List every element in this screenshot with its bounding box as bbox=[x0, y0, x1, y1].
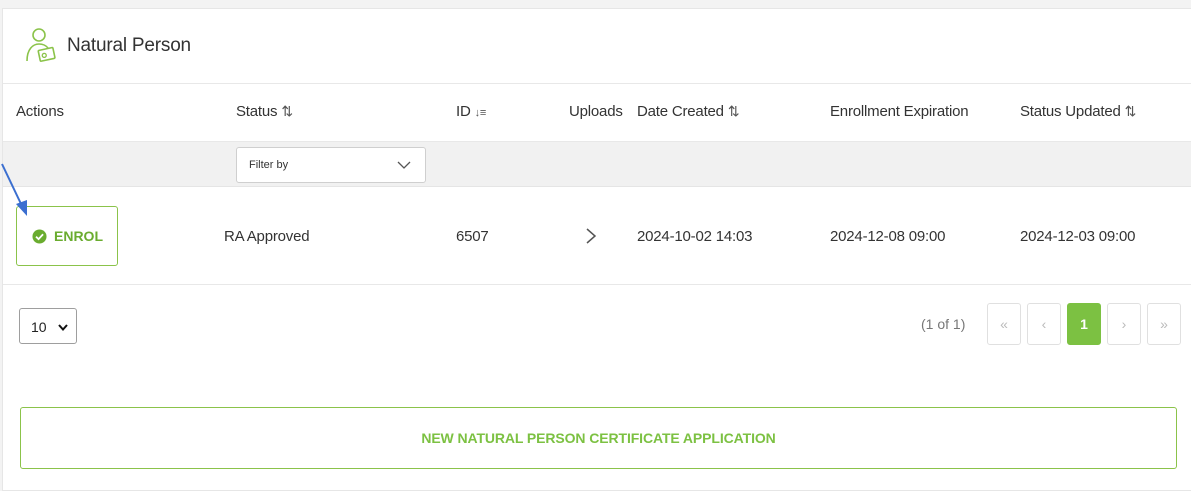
column-status-updated-label: Status Updated bbox=[1020, 103, 1121, 120]
column-actions-label: Actions bbox=[16, 103, 64, 120]
panel-header: Natural Person bbox=[3, 9, 1191, 84]
last-page-button[interactable]: » bbox=[1147, 303, 1181, 345]
status-updated-cell: 2024-12-03 09:00 bbox=[1020, 228, 1136, 245]
page-button-1[interactable]: 1 bbox=[1067, 303, 1101, 345]
sort-icon[interactable]: ⇅ bbox=[728, 103, 740, 119]
sort-icon[interactable]: ⇅ bbox=[1125, 103, 1137, 119]
sort-descending-icon[interactable]: ↓≡ bbox=[475, 107, 487, 119]
sort-icon[interactable]: ⇅ bbox=[281, 103, 293, 119]
status-filter-select[interactable]: Filter by bbox=[236, 147, 426, 183]
check-circle-icon bbox=[32, 229, 47, 244]
date-created-cell: 2024-10-02 14:03 bbox=[637, 228, 753, 245]
new-application-button[interactable]: NEW NATURAL PERSON CERTIFICATE APPLICATI… bbox=[20, 407, 1177, 469]
chevron-down-icon bbox=[58, 324, 68, 332]
page-info: (1 of 1) bbox=[921, 316, 966, 332]
natural-person-panel: Natural Person Actions Status ⇅ ID ↓≡ Uplo… bbox=[2, 8, 1191, 491]
person-id-icon bbox=[26, 28, 56, 62]
column-actions: Actions bbox=[16, 103, 64, 120]
first-page-button[interactable]: « bbox=[987, 303, 1021, 345]
next-page-button[interactable]: › bbox=[1107, 303, 1141, 345]
filter-placeholder: Filter by bbox=[249, 159, 289, 171]
pagination: 10 (1 of 1) « ‹ 1 › » bbox=[3, 285, 1191, 365]
column-status[interactable]: Status ⇅ bbox=[236, 103, 293, 120]
annotation-arrow-icon bbox=[1, 163, 27, 216]
column-enrollment-expiration: Enrollment Expiration bbox=[830, 103, 969, 120]
column-id-label: ID bbox=[456, 103, 471, 120]
column-date-created-label: Date Created bbox=[637, 103, 724, 120]
enrol-button-label: ENROL bbox=[54, 228, 103, 244]
chevron-down-icon bbox=[397, 161, 411, 169]
table-row: ENROL RA Approved 6507 2024-10-02 14:03 … bbox=[3, 187, 1191, 285]
column-status-label: Status bbox=[236, 103, 278, 120]
status-cell: RA Approved bbox=[224, 228, 310, 245]
table-header: Actions Status ⇅ ID ↓≡ Uploads Date Create… bbox=[3, 84, 1191, 142]
column-date-created[interactable]: Date Created ⇅ bbox=[637, 103, 740, 120]
column-status-updated[interactable]: Status Updated ⇅ bbox=[1020, 103, 1136, 120]
column-uploads: Uploads bbox=[569, 103, 623, 120]
id-cell: 6507 bbox=[456, 228, 489, 245]
chevron-right-icon[interactable] bbox=[585, 227, 597, 245]
rows-per-page-value: 10 bbox=[31, 319, 47, 335]
panel-title: Natural Person bbox=[67, 35, 191, 56]
filter-row: Filter by bbox=[3, 142, 1191, 187]
column-id[interactable]: ID ↓≡ bbox=[456, 103, 486, 120]
column-uploads-label: Uploads bbox=[569, 103, 623, 120]
enrollment-expiration-cell: 2024-12-08 09:00 bbox=[830, 228, 946, 245]
rows-per-page-select[interactable]: 10 bbox=[19, 308, 77, 344]
column-enrollment-expiration-label: Enrollment Expiration bbox=[830, 103, 969, 120]
previous-page-button[interactable]: ‹ bbox=[1027, 303, 1061, 345]
